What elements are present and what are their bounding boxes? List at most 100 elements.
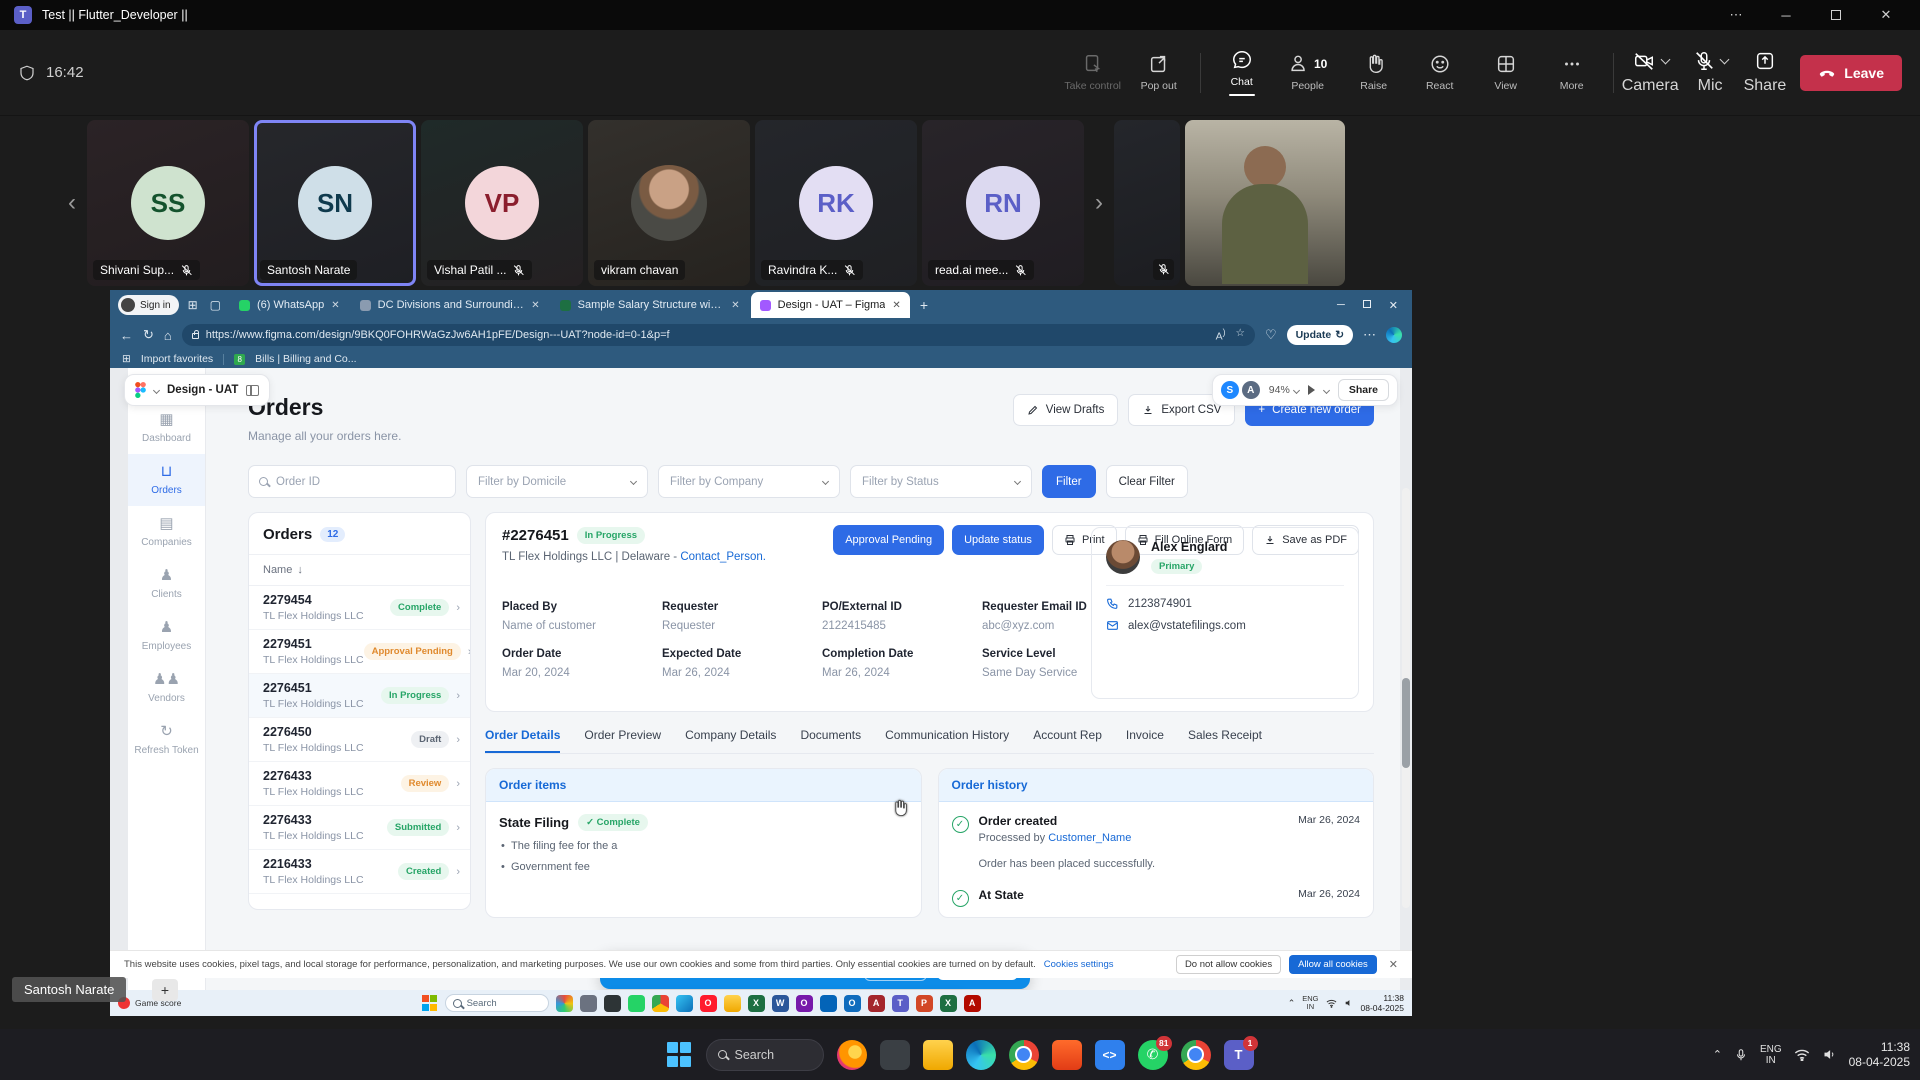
start-button[interactable]: [667, 1042, 693, 1068]
collaborator-avatar[interactable]: S: [1221, 381, 1239, 399]
taskbar-app-icon[interactable]: [724, 995, 741, 1012]
zoom-control[interactable]: 94%: [1269, 384, 1299, 396]
cookie-close-icon[interactable]: ✕: [1389, 958, 1398, 971]
view-button[interactable]: View: [1473, 53, 1539, 92]
present-icon[interactable]: [1308, 385, 1315, 395]
share-button[interactable]: Share: [1744, 50, 1787, 95]
update-button[interactable]: Update ↻: [1287, 325, 1353, 345]
tiles-prev-icon[interactable]: ‹: [62, 189, 82, 217]
taskbar-app-icon[interactable]: O: [700, 995, 717, 1012]
update-status-button[interactable]: Update status: [952, 525, 1044, 555]
camera-dropdown-icon[interactable]: [1660, 55, 1670, 65]
workspaces-icon[interactable]: ⊞: [185, 298, 201, 312]
window-more-icon[interactable]: ⋯: [1716, 2, 1756, 28]
contact-email[interactable]: alex@vstatefilings.com: [1128, 620, 1246, 632]
sidebar-item[interactable]: ♟ Clients: [128, 558, 205, 610]
taskbar-app-icon[interactable]: [837, 1040, 867, 1070]
clear-filter-button[interactable]: Clear Filter: [1106, 465, 1188, 498]
panels-icon[interactable]: [246, 385, 259, 396]
detail-tab[interactable]: Company Details: [685, 728, 776, 753]
taskbar-app-icon[interactable]: X: [748, 995, 765, 1012]
page-scrollbar-thumb[interactable]: [1402, 678, 1410, 768]
import-favorites-link[interactable]: Import favorites: [141, 353, 213, 365]
sidebar-item[interactable]: ♟ Employees: [128, 610, 205, 662]
refresh-icon[interactable]: ↻: [143, 327, 154, 343]
video-tile-ravindra[interactable]: RK Ravindra K...: [755, 120, 917, 286]
tab-close-icon[interactable]: ✕: [531, 300, 539, 311]
contact-person-link[interactable]: Contact_Person.: [680, 551, 766, 563]
order-id-search[interactable]: [248, 465, 456, 498]
browser-minimize-icon[interactable]: ─: [1337, 299, 1345, 312]
customer-link[interactable]: Customer_Name: [1048, 832, 1131, 844]
more-button[interactable]: More: [1539, 53, 1605, 92]
taskbar-app-icon[interactable]: [556, 995, 573, 1012]
filter-button[interactable]: Filter: [1042, 465, 1096, 498]
chevron-right-icon[interactable]: ›: [456, 602, 460, 614]
sort-icon[interactable]: ↓: [297, 564, 303, 576]
inner-clock[interactable]: 11:3808-04-2025: [1361, 993, 1404, 1013]
order-row[interactable]: 2216433 TL Flex Holdings LLC Created ›: [249, 850, 470, 894]
taskbar-app-icon[interactable]: [1009, 1040, 1039, 1070]
browser-close-icon[interactable]: ✕: [1389, 299, 1398, 312]
new-tab-icon[interactable]: +: [920, 297, 928, 313]
taskbar-app-icon[interactable]: [652, 995, 669, 1012]
taskbar-app-icon[interactable]: [676, 995, 693, 1012]
taskbar-app-icon[interactable]: [580, 995, 597, 1012]
back-icon[interactable]: ←: [120, 328, 133, 343]
order-row[interactable]: 2276433 TL Flex Holdings LLC Review ›: [249, 762, 470, 806]
window-maximize-icon[interactable]: [1816, 2, 1856, 28]
sidebar-item[interactable]: ♟♟ Vendors: [128, 662, 205, 714]
browser-tab[interactable]: DC Divisions and Surroundings ✕: [351, 292, 549, 318]
taskbar-app-icon[interactable]: [880, 1040, 910, 1070]
window-close-icon[interactable]: ✕: [1866, 2, 1906, 28]
video-tile-camera-on[interactable]: [1185, 120, 1345, 286]
cookie-settings-link[interactable]: Cookies settings: [1044, 959, 1114, 970]
figma-file-pill[interactable]: Design - UAT: [124, 374, 270, 406]
taskbar-app-icon[interactable]: T: [892, 995, 909, 1012]
taskbar-app-icon[interactable]: [966, 1040, 996, 1070]
taskbar-app-icon[interactable]: A: [964, 995, 981, 1012]
view-drafts-button[interactable]: View Drafts: [1013, 394, 1119, 426]
order-row[interactable]: 2279451 TL Flex Holdings LLC Approval Pe…: [249, 630, 470, 674]
detail-tab[interactable]: Order Details: [485, 728, 560, 753]
approval-pending-button[interactable]: Approval Pending: [833, 525, 944, 555]
order-id-input[interactable]: [276, 476, 426, 488]
video-tile-vishal[interactable]: VP Vishal Patil ...: [421, 120, 583, 286]
volume-icon[interactable]: [1822, 1047, 1837, 1062]
settings-ellipsis-icon[interactable]: ⋯: [1363, 327, 1376, 343]
video-tile-vikram[interactable]: vikram chavan: [588, 120, 750, 286]
detail-tab[interactable]: Account Rep: [1033, 728, 1102, 753]
order-row[interactable]: 2276451 TL Flex Holdings LLC In Progress…: [249, 674, 470, 718]
pin-add-icon[interactable]: +: [152, 979, 178, 1001]
figma-share-button[interactable]: Share: [1338, 379, 1389, 401]
allow-cookies-button[interactable]: Allow all cookies: [1289, 955, 1377, 974]
detail-tab[interactable]: Invoice: [1126, 728, 1164, 753]
order-row[interactable]: 2276433 TL Flex Holdings LLC Submitted ›: [249, 806, 470, 850]
taskbar-app-icon[interactable]: A: [868, 995, 885, 1012]
volume-icon[interactable]: [1344, 998, 1354, 1008]
chevron-right-icon[interactable]: ›: [468, 646, 471, 658]
taskbar-app-icon[interactable]: [1052, 1040, 1082, 1070]
chevron-right-icon[interactable]: ›: [456, 734, 460, 746]
video-tile-partial[interactable]: [1114, 120, 1180, 286]
tab-actions-icon[interactable]: ▢: [207, 298, 224, 312]
sidebar-item[interactable]: ▤ Companies: [128, 506, 205, 558]
camera-control[interactable]: Camera: [1622, 50, 1679, 95]
taskbar-search[interactable]: Search: [706, 1039, 824, 1071]
address-bar[interactable]: https://www.figma.com/design/9BKQ0FOHRWa…: [182, 324, 1255, 346]
read-aloud-icon[interactable]: A): [1216, 327, 1226, 343]
mic-tray-icon[interactable]: [1734, 1048, 1748, 1062]
taskbar-app-icon[interactable]: O: [796, 995, 813, 1012]
inner-search-box[interactable]: Search: [445, 994, 549, 1012]
tray-chevron-icon[interactable]: ⌃: [1288, 998, 1296, 1009]
react-button[interactable]: React: [1407, 53, 1473, 92]
language-switcher[interactable]: ENGIN: [1760, 1044, 1782, 1066]
wifi-icon[interactable]: [1794, 1049, 1810, 1061]
leave-button[interactable]: Leave: [1800, 55, 1902, 91]
detail-tab[interactable]: Communication History: [885, 728, 1009, 753]
widgets-button[interactable]: Game score: [118, 997, 268, 1009]
home-icon[interactable]: ⌂: [164, 328, 172, 343]
browser-tab[interactable]: (6) WhatsApp ✕: [230, 292, 349, 318]
taskbar-app-icon[interactable]: X: [940, 995, 957, 1012]
video-tile-santosh[interactable]: SN Santosh Narate: [254, 120, 416, 286]
